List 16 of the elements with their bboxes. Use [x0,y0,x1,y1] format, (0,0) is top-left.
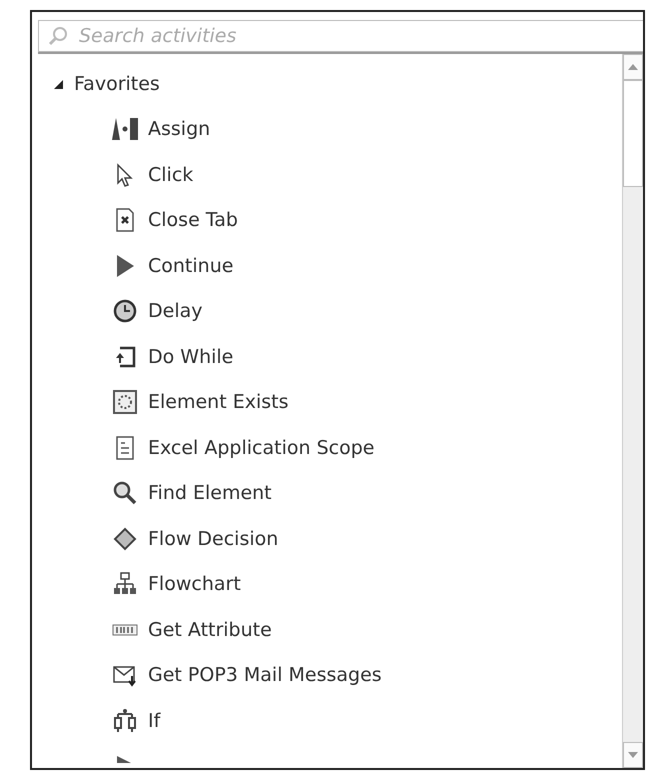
activity-item[interactable]: Get POP3 Mail Messages [148,664,382,686]
activity-item[interactable]: If [148,710,160,732]
activity-item[interactable]: Flowchart [148,573,241,596]
activity-item[interactable]: Find Element [148,482,272,504]
activity-item[interactable]: Do While [148,346,234,368]
search-field[interactable]: Search activities [38,20,643,52]
category-label[interactable]: Favorites [74,72,160,95]
activity-item[interactable]: Element Exists [148,391,288,414]
activity-item[interactable]: Delay [148,300,202,322]
activity-item[interactable]: Flow Decision [148,528,278,550]
activity-item[interactable]: Get Attribute [148,618,272,641]
activity-item[interactable]: Excel Application Scope [148,436,374,459]
activity-item[interactable]: Click [148,164,194,186]
activity-item[interactable]: Assign [148,118,210,140]
activity-item[interactable]: Close Tab [148,209,238,232]
activity-item[interactable]: Continue [148,254,234,277]
